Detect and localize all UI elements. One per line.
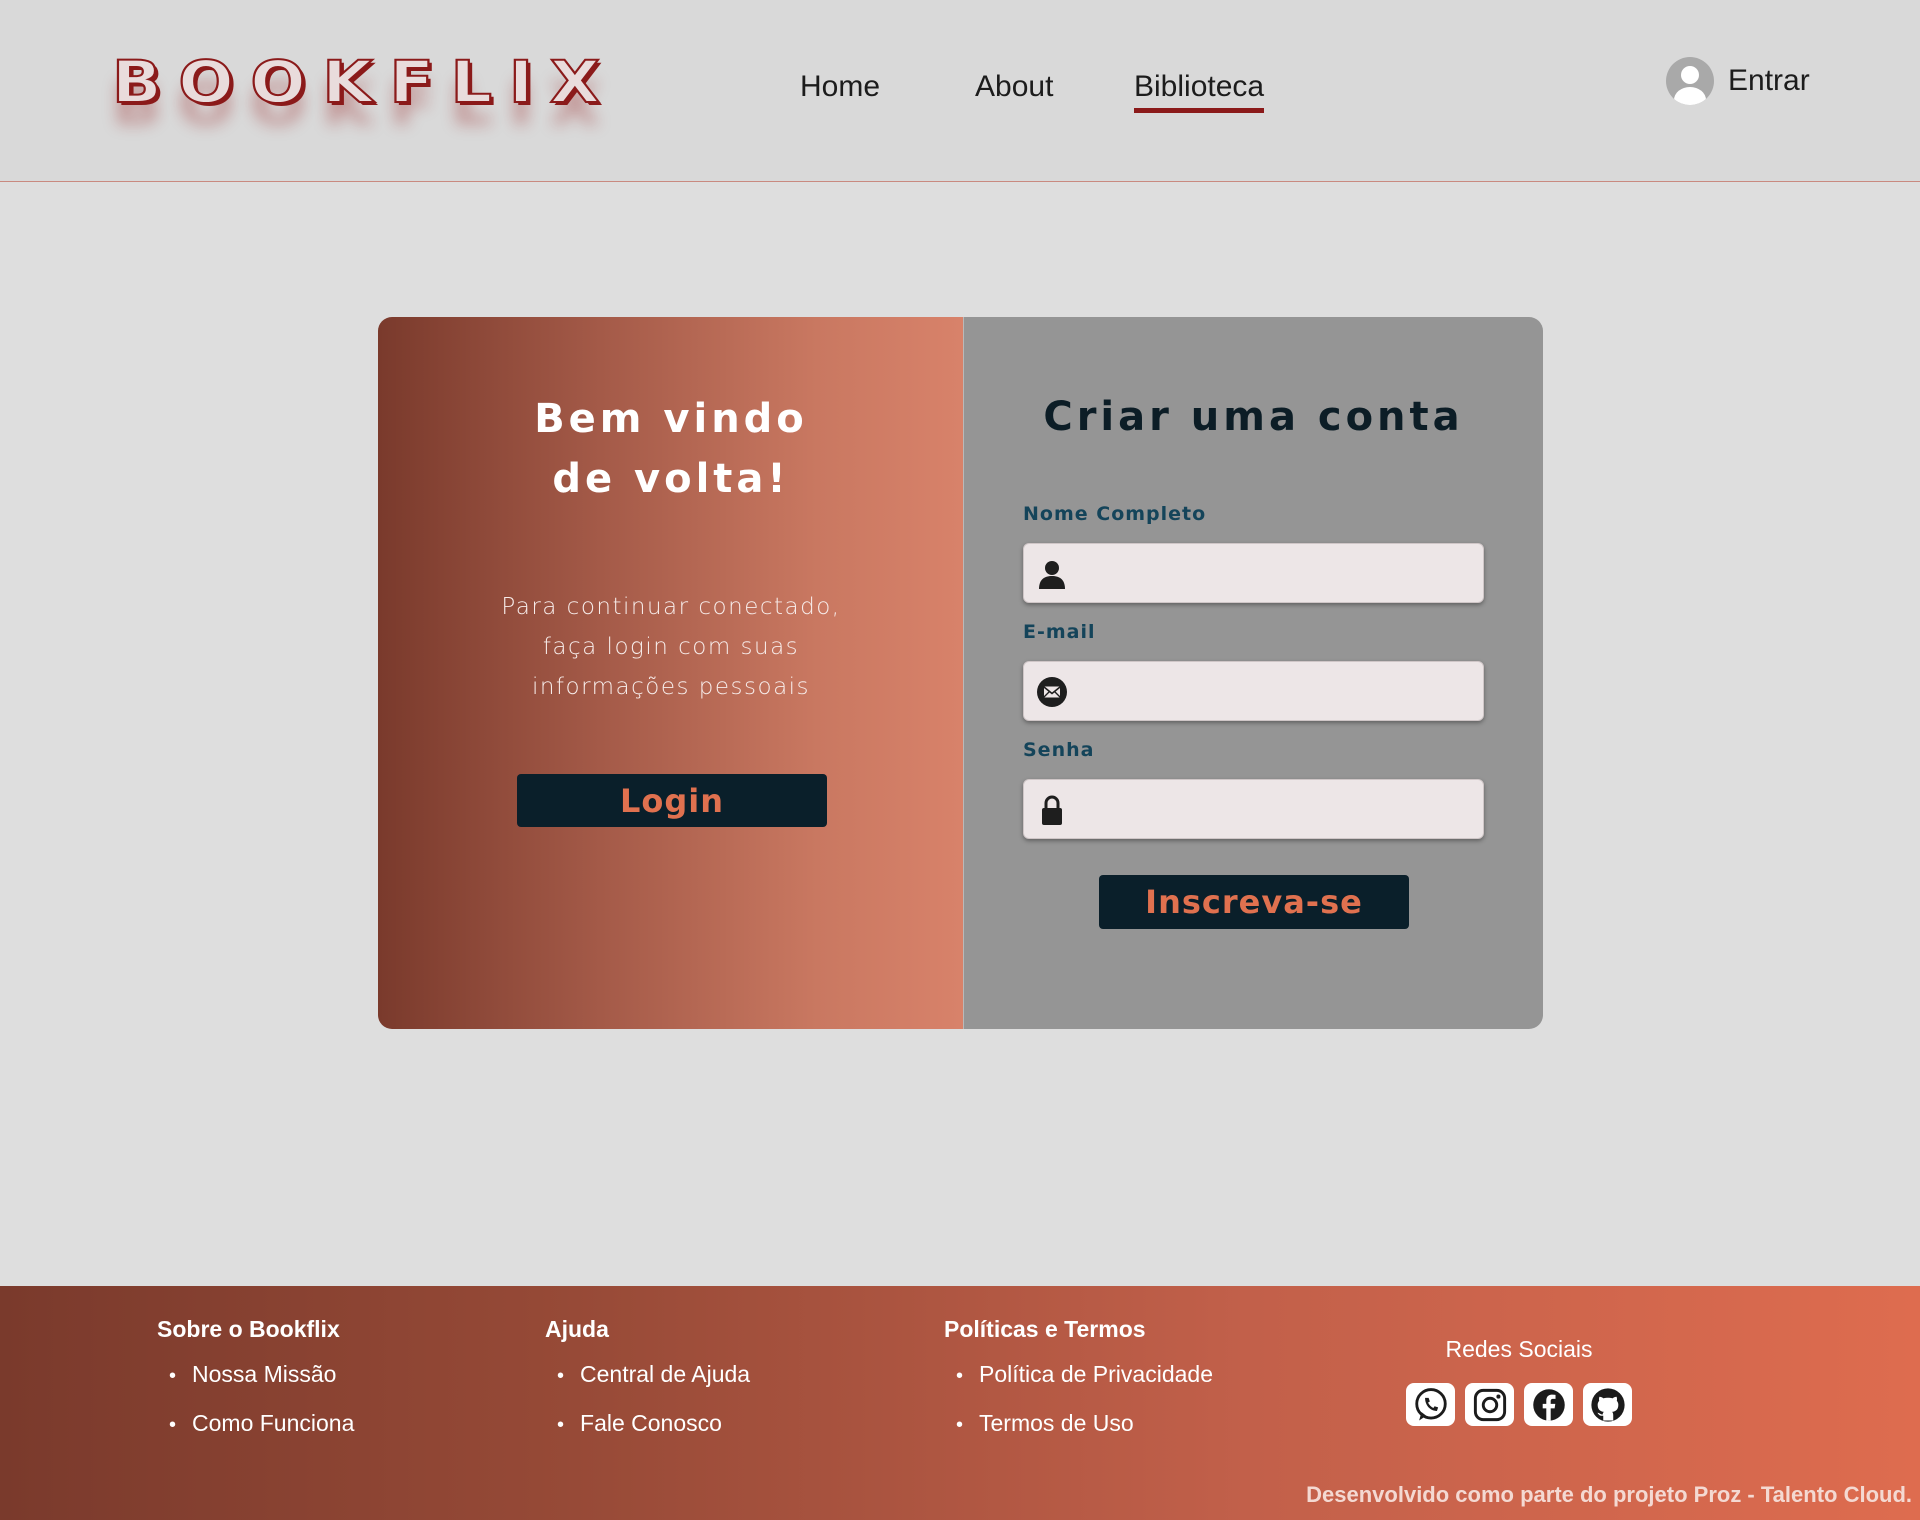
footer-col-title: Políticas e Termos bbox=[944, 1316, 1146, 1342]
site-footer: Sobre o Bookflix Nossa Missão Como Funci… bbox=[0, 1286, 1920, 1520]
footer-link-mission[interactable]: Nossa Missão bbox=[169, 1361, 354, 1388]
full-name-field-wrapper bbox=[1023, 543, 1484, 603]
social-title: Redes Sociais bbox=[1445, 1336, 1593, 1362]
welcome-panel: Bem vindo de volta! Para continuar conec… bbox=[378, 317, 964, 1029]
footer-col-about: Sobre o Bookflix Nossa Missão Como Funci… bbox=[157, 1316, 354, 1459]
welcome-title: Bem vindo de volta! bbox=[534, 396, 808, 502]
mail-icon bbox=[1037, 677, 1067, 707]
footer-col-title: Sobre o Bookflix bbox=[157, 1316, 340, 1342]
footer-link-terms[interactable]: Termos de Uso bbox=[956, 1410, 1213, 1437]
footer-col-title: Ajuda bbox=[545, 1316, 609, 1342]
facebook-icon[interactable] bbox=[1524, 1383, 1573, 1426]
login-user-label: Entrar bbox=[1728, 64, 1810, 97]
auth-card: Bem vindo de volta! Para continuar conec… bbox=[378, 317, 1543, 1029]
login-user-button[interactable]: Entrar bbox=[1666, 57, 1810, 105]
social-section: Redes Sociais bbox=[1406, 1336, 1632, 1426]
footer-link-privacy[interactable]: Política de Privacidade bbox=[956, 1361, 1213, 1388]
user-icon bbox=[1039, 561, 1065, 589]
login-button[interactable]: Login bbox=[517, 774, 827, 827]
password-label: Senha bbox=[1023, 739, 1095, 761]
email-input[interactable] bbox=[1080, 662, 1475, 720]
password-field-wrapper bbox=[1023, 779, 1484, 839]
whatsapp-icon[interactable] bbox=[1406, 1383, 1455, 1426]
signup-button[interactable]: Inscreva-se bbox=[1099, 875, 1409, 929]
password-input[interactable] bbox=[1080, 780, 1475, 838]
signup-panel: Criar uma conta Nome Completo E-mail Sen… bbox=[964, 317, 1543, 1029]
social-icons bbox=[1406, 1383, 1632, 1426]
user-avatar-icon bbox=[1666, 57, 1714, 105]
instagram-icon[interactable] bbox=[1465, 1383, 1514, 1426]
full-name-label: Nome Completo bbox=[1023, 503, 1207, 525]
signup-title: Criar uma conta bbox=[1043, 394, 1464, 440]
footer-credit: Desenvolvido como parte do projeto Proz … bbox=[1306, 1482, 1912, 1507]
nav-about-link[interactable]: About bbox=[975, 70, 1053, 108]
full-name-input[interactable] bbox=[1080, 544, 1475, 602]
github-icon[interactable] bbox=[1583, 1383, 1632, 1426]
lock-icon bbox=[1042, 795, 1062, 825]
email-label: E-mail bbox=[1023, 621, 1096, 643]
footer-link-how-it-works[interactable]: Como Funciona bbox=[169, 1410, 354, 1437]
email-field-wrapper bbox=[1023, 661, 1484, 721]
bookflix-logo[interactable]: BOOKFLIX bbox=[111, 47, 617, 117]
site-header: BOOKFLIX Home About Biblioteca Entrar bbox=[0, 0, 1920, 182]
footer-col-help: Ajuda Central de Ajuda Fale Conosco bbox=[545, 1316, 750, 1459]
nav-home-link[interactable]: Home bbox=[800, 70, 880, 108]
nav-biblioteca-link[interactable]: Biblioteca bbox=[1134, 70, 1265, 113]
footer-link-help-center[interactable]: Central de Ajuda bbox=[557, 1361, 750, 1388]
footer-link-contact[interactable]: Fale Conosco bbox=[557, 1410, 750, 1437]
footer-col-policies: Políticas e Termos Política de Privacida… bbox=[944, 1316, 1213, 1459]
welcome-text: Para continuar conectado, faça login com… bbox=[501, 594, 841, 700]
